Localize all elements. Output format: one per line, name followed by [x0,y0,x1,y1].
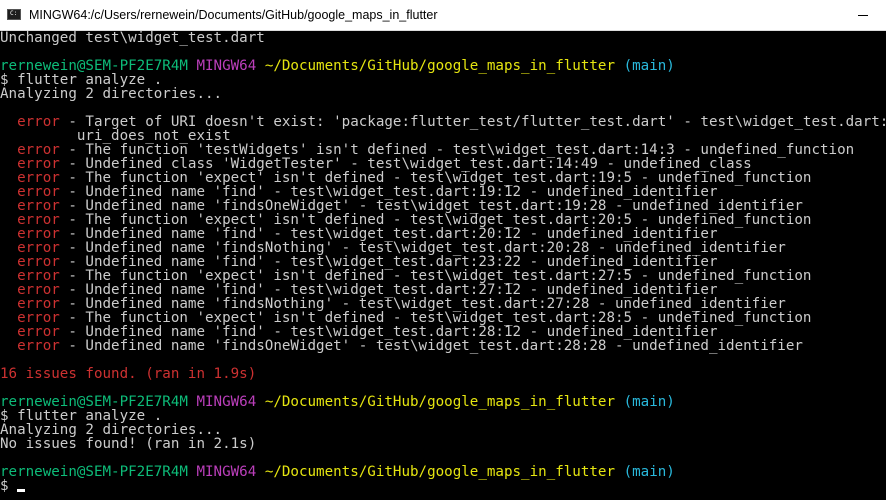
cursor [17,489,26,492]
error-label: error [0,338,60,354]
prompt-path: ~/Documents/GitHub/google_maps_in_flutte… [264,394,616,410]
terminal-output[interactable]: Unchanged test\widget_test.dart rernewei… [0,31,886,500]
prompt-user: rernewein@SEM-PF2E7R4M [0,464,188,480]
error-line: error - Undefined name 'find' - test\wid… [0,255,717,269]
input-prompt: $ [0,478,18,494]
prompt-path: ~/Documents/GitHub/google_maps_in_flutte… [264,464,616,480]
error-line: error - Undefined class 'WidgetTester' -… [0,157,752,171]
prompt-line: rernewein@SEM-PF2E7R4M MINGW64 ~/Documen… [0,465,675,479]
prompt-branch: (main) [623,58,675,74]
error-line: error - Undefined name 'findsNothing' - … [0,241,786,255]
prompt-line: rernewein@SEM-PF2E7R4M MINGW64 ~/Documen… [0,59,675,73]
error-line: error - The function 'expect' isn't defi… [0,311,811,325]
error-line: error - The function 'expect' isn't defi… [0,213,811,227]
prompt-branch: (main) [623,394,675,410]
terminal-icon[interactable]: C: [7,9,21,20]
prompt-branch: (main) [623,464,675,480]
command-line: $ flutter analyze . [0,408,163,424]
no-issues-summary: No issues found! (ran in 2.1s) [0,436,257,452]
prompt-env: MINGW64 [196,58,257,74]
error-message: - Undefined name 'findsOneWidget' - test… [59,338,803,354]
error-line: error - Undefined name 'find' - test\wid… [0,283,717,297]
error-line: error - Undefined name 'findsOneWidget' … [0,339,803,353]
error-line: error - The function 'testWidgets' isn't… [0,143,854,157]
error-line: error - Undefined name 'findsNothing' - … [0,297,786,311]
command-line: $ flutter analyze . [0,72,163,88]
terminal-line: Analyzing 2 directories... [0,86,223,102]
window-title: MINGW64:/c/Users/rernewein/Documents/Git… [29,8,438,22]
window-titlebar: C: MINGW64:/c/Users/rernewein/Documents/… [0,0,886,31]
issues-summary: 16 issues found. (ran in 1.9s) [0,366,257,382]
terminal-line: Unchanged test\widget_test.dart [0,31,265,46]
prompt-line: rernewein@SEM-PF2E7R4M MINGW64 ~/Documen… [0,395,675,409]
input-line[interactable]: $ [0,478,26,494]
error-line: error - Target of URI doesn't exist: 'pa… [0,115,886,129]
error-line: error - Undefined name 'findsOneWidget' … [0,199,803,213]
error-line: error - Undefined name 'find' - test\wid… [0,227,717,241]
error-line: error - Undefined name 'find' - test\wid… [0,185,717,199]
prompt-env: MINGW64 [196,464,257,480]
minimize-icon [858,15,868,16]
error-line: error - The function 'expect' isn't defi… [0,269,811,283]
prompt-env: MINGW64 [196,394,257,410]
error-line: error - The function 'expect' isn't defi… [0,171,811,185]
error-line: error - Undefined name 'find' - test\wid… [0,325,717,339]
prompt-path: ~/Documents/GitHub/google_maps_in_flutte… [264,58,616,74]
error-line-cont: uri_does_not_exist [0,128,231,144]
minimize-button[interactable] [840,0,886,30]
terminal-line: Analyzing 2 directories... [0,422,223,438]
